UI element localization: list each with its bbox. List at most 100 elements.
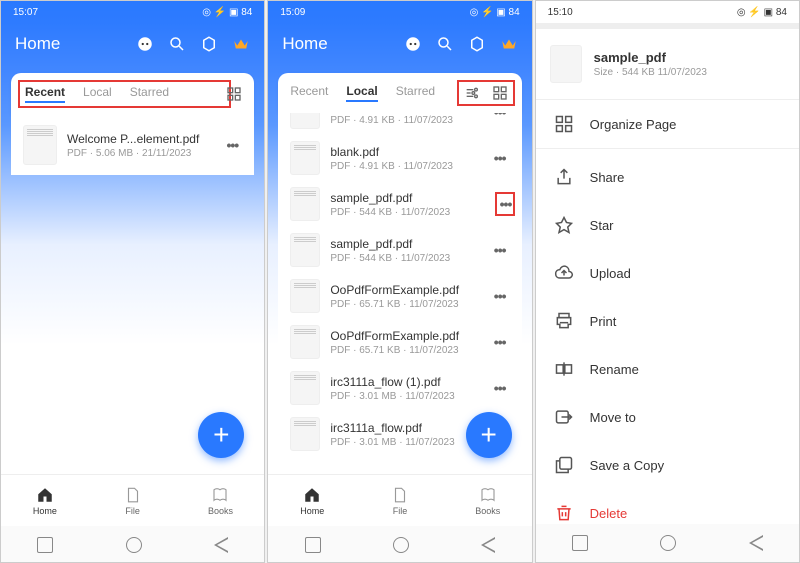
file-item[interactable]: OoPdfFormExample.pdf PDF · 65.71 KB · 11… [278, 319, 521, 365]
robot-icon[interactable] [136, 35, 154, 53]
pdf-thumbnail-icon [290, 279, 320, 313]
system-nav [268, 526, 531, 563]
rename-button[interactable]: Rename [536, 345, 799, 393]
action-label: Print [590, 314, 617, 329]
upload-button[interactable]: Upload [536, 249, 799, 297]
file-meta: PDF · 65.71 KB · 11/07/2023 [330, 345, 479, 356]
nav-home[interactable]: Home [1, 475, 89, 526]
grid-view-icon[interactable] [492, 85, 508, 101]
content-area: Recent Local Starred Welcome P...element… [1, 65, 264, 474]
settings-icon[interactable] [200, 35, 218, 53]
rename-icon [554, 359, 574, 379]
print-icon [554, 311, 574, 331]
tab-local[interactable]: Local [346, 84, 377, 102]
search-icon[interactable] [168, 35, 186, 53]
tab-starred[interactable]: Starred [130, 85, 169, 103]
save-copy-button[interactable]: Save a Copy [536, 441, 799, 489]
sys-back[interactable] [749, 535, 763, 551]
status-time: 15:09 [280, 7, 305, 18]
tabs-highlight-box: Recent Local Starred [18, 80, 231, 108]
file-name: Welcome P...element.pdf [67, 132, 212, 146]
grid-view-icon[interactable] [226, 86, 242, 102]
more-icon[interactable]: ••• [490, 288, 510, 304]
more-icon[interactable]: ••• [495, 192, 515, 216]
file-item[interactable]: sample_pdf.pdf PDF · 544 KB · 11/07/2023… [278, 227, 521, 273]
more-icon[interactable]: ••• [490, 150, 510, 166]
nav-label: File [125, 506, 140, 516]
nav-books[interactable]: Books [177, 475, 265, 526]
pdf-thumbnail-icon [550, 45, 582, 83]
file-item[interactable]: blank.pdf PDF · 4.91 KB · 11/07/2023 ••• [278, 113, 521, 135]
sort-icon[interactable] [464, 85, 480, 101]
file-meta: PDF · 5.06 MB · 21/11/2023 [67, 148, 212, 159]
sys-home[interactable] [660, 535, 676, 551]
file-item[interactable]: Welcome P...element.pdf PDF · 5.06 MB · … [11, 115, 254, 175]
pdf-thumbnail-icon [290, 141, 320, 175]
share-icon [554, 167, 574, 187]
nav-file[interactable]: File [89, 475, 177, 526]
crown-icon[interactable] [500, 35, 518, 53]
status-bar: 15:07 ◎ ⚡ ▣ 84 [1, 1, 264, 23]
file-item[interactable]: irc3111a_flow (1).pdf PDF · 3.01 MB · 11… [278, 365, 521, 411]
file-meta: PDF · 4.91 KB · 11/07/2023 [330, 115, 479, 126]
sys-recents[interactable] [305, 537, 321, 553]
print-button[interactable]: Print [536, 297, 799, 345]
more-icon[interactable]: ••• [490, 113, 510, 120]
status-icons: ◎ ⚡ ▣ 84 [202, 7, 252, 18]
robot-icon[interactable] [404, 35, 422, 53]
sys-back[interactable] [481, 537, 495, 553]
sys-recents[interactable] [37, 537, 53, 553]
pdf-thumbnail-icon [290, 325, 320, 359]
nav-home[interactable]: Home [268, 475, 356, 526]
move-to-button[interactable]: Move to [536, 393, 799, 441]
content-area: Recent Local Starred blank.pdf PDF · 4.9… [268, 65, 531, 474]
file-item[interactable]: sample_pdf.pdf PDF · 544 KB · 11/07/2023… [278, 181, 521, 227]
nav-label: Books [475, 506, 500, 516]
file-name: blank.pdf [330, 145, 479, 159]
sheet-file-title: sample_pdf [594, 50, 707, 65]
add-button[interactable]: + [198, 412, 244, 458]
action-label: Upload [590, 266, 631, 281]
sys-home[interactable] [393, 537, 409, 553]
upload-icon [554, 263, 574, 283]
file-meta: PDF · 65.71 KB · 11/07/2023 [330, 299, 479, 310]
pdf-thumbnail-icon [290, 371, 320, 405]
file-name: irc3111a_flow (1).pdf [330, 375, 479, 389]
file-meta: PDF · 3.01 MB · 11/07/2023 [330, 437, 479, 448]
tab-recent[interactable]: Recent [25, 85, 65, 103]
file-item[interactable]: OoPdfFormExample.pdf PDF · 65.71 KB · 11… [278, 273, 521, 319]
status-icons: ◎ ⚡ ▣ 84 [737, 7, 787, 18]
nav-file[interactable]: File [356, 475, 444, 526]
action-list: Share Star Upload Print Rename Move to S… [536, 153, 799, 563]
tab-starred[interactable]: Starred [396, 84, 435, 102]
organize-page-button[interactable]: Organize Page [536, 100, 799, 149]
status-bar: 15:09 ◎ ⚡ ▣ 84 [268, 1, 531, 23]
system-nav [1, 526, 264, 563]
action-label: Share [590, 170, 625, 185]
star-button[interactable]: Star [536, 201, 799, 249]
sys-home[interactable] [126, 537, 142, 553]
status-time: 15:07 [13, 7, 38, 18]
more-icon[interactable]: ••• [490, 334, 510, 350]
organize-icon [554, 114, 574, 134]
sys-recents[interactable] [572, 535, 588, 551]
file-meta: PDF · 544 KB · 11/07/2023 [330, 207, 489, 218]
nav-label: Home [300, 506, 324, 516]
file-meta: PDF · 4.91 KB · 11/07/2023 [330, 161, 479, 172]
settings-icon[interactable] [468, 35, 486, 53]
tab-recent[interactable]: Recent [290, 84, 328, 102]
tab-local[interactable]: Local [83, 85, 112, 103]
action-label: Delete [590, 506, 628, 521]
add-button[interactable]: + [466, 412, 512, 458]
file-item[interactable]: blank.pdf PDF · 4.91 KB · 11/07/2023 ••• [278, 135, 521, 181]
more-icon[interactable]: ••• [222, 137, 242, 153]
sys-back[interactable] [214, 537, 228, 553]
file-meta: PDF · 3.01 MB · 11/07/2023 [330, 391, 479, 402]
more-icon[interactable]: ••• [490, 380, 510, 396]
save-copy-icon [554, 455, 574, 475]
nav-books[interactable]: Books [444, 475, 532, 526]
crown-icon[interactable] [232, 35, 250, 53]
share-button[interactable]: Share [536, 153, 799, 201]
search-icon[interactable] [436, 35, 454, 53]
more-icon[interactable]: ••• [490, 242, 510, 258]
